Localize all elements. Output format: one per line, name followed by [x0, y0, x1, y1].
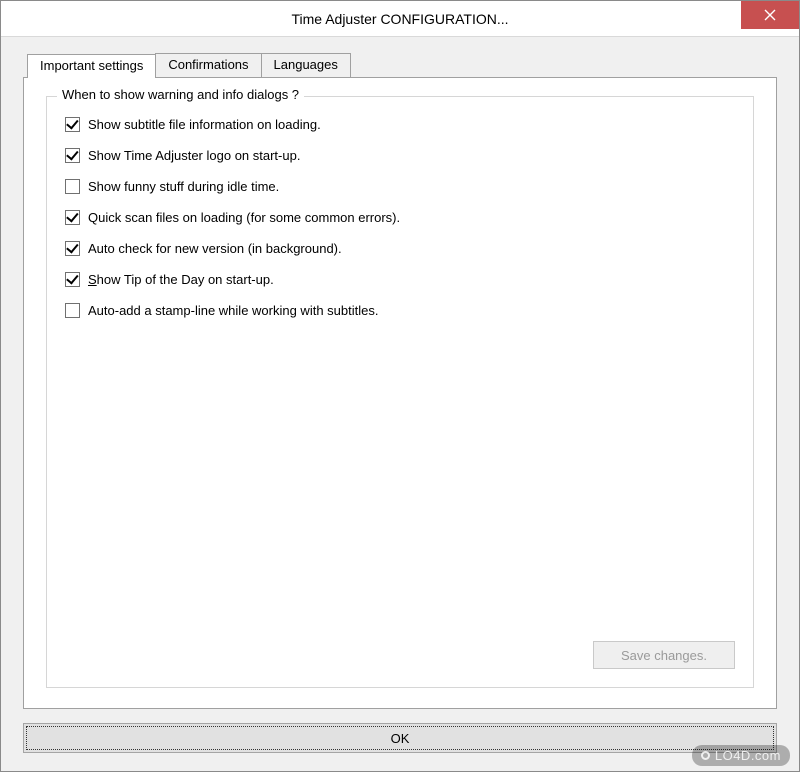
- checkbox-auto-stamp[interactable]: [65, 303, 80, 318]
- option-row: Show Tip of the Day on start-up.: [65, 272, 735, 287]
- checkbox-funny-stuff[interactable]: [65, 179, 80, 194]
- warnings-groupbox: When to show warning and info dialogs ? …: [46, 96, 754, 688]
- watermark: LO4D.com: [692, 745, 790, 766]
- titlebar: Time Adjuster CONFIGURATION...: [1, 1, 799, 37]
- config-window: Time Adjuster CONFIGURATION... Important…: [0, 0, 800, 772]
- checkbox-show-subtitle-info[interactable]: [65, 117, 80, 132]
- option-label: Show Time Adjuster logo on start-up.: [88, 148, 300, 163]
- tab-important-settings[interactable]: Important settings: [27, 54, 156, 78]
- close-button[interactable]: [741, 1, 799, 29]
- option-row: Quick scan files on loading (for some co…: [65, 210, 735, 225]
- save-changes-button[interactable]: Save changes.: [593, 641, 735, 669]
- option-label: Show funny stuff during idle time.: [88, 179, 279, 194]
- option-row: Auto-add a stamp-line while working with…: [65, 303, 735, 318]
- checkbox-auto-check-version[interactable]: [65, 241, 80, 256]
- client-area: Important settings Confirmations Languag…: [1, 37, 799, 771]
- window-title: Time Adjuster CONFIGURATION...: [291, 11, 508, 27]
- option-label-rest: how Tip of the Day on start-up.: [97, 272, 274, 287]
- close-icon: [764, 9, 776, 21]
- checkbox-quick-scan[interactable]: [65, 210, 80, 225]
- ok-button[interactable]: OK: [23, 723, 777, 753]
- option-label: Show Tip of the Day on start-up.: [88, 272, 274, 287]
- tab-panel: When to show warning and info dialogs ? …: [23, 77, 777, 709]
- watermark-text: LO4D.com: [715, 748, 781, 763]
- watermark-icon: [701, 751, 710, 760]
- groupbox-title: When to show warning and info dialogs ?: [57, 87, 304, 102]
- tab-confirmations[interactable]: Confirmations: [155, 53, 261, 77]
- checkbox-show-logo[interactable]: [65, 148, 80, 163]
- option-label: Auto-add a stamp-line while working with…: [88, 303, 378, 318]
- option-row: Auto check for new version (in backgroun…: [65, 241, 735, 256]
- tabs-container: Important settings Confirmations Languag…: [23, 53, 777, 709]
- option-row: Show funny stuff during idle time.: [65, 179, 735, 194]
- option-label: Quick scan files on loading (for some co…: [88, 210, 400, 225]
- option-label: Auto check for new version (in backgroun…: [88, 241, 342, 256]
- option-row: Show subtitle file information on loadin…: [65, 117, 735, 132]
- tab-row: Important settings Confirmations Languag…: [27, 53, 777, 77]
- option-row: Show Time Adjuster logo on start-up.: [65, 148, 735, 163]
- checkbox-tip-of-day[interactable]: [65, 272, 80, 287]
- option-label: Show subtitle file information on loadin…: [88, 117, 321, 132]
- tab-languages[interactable]: Languages: [261, 53, 351, 77]
